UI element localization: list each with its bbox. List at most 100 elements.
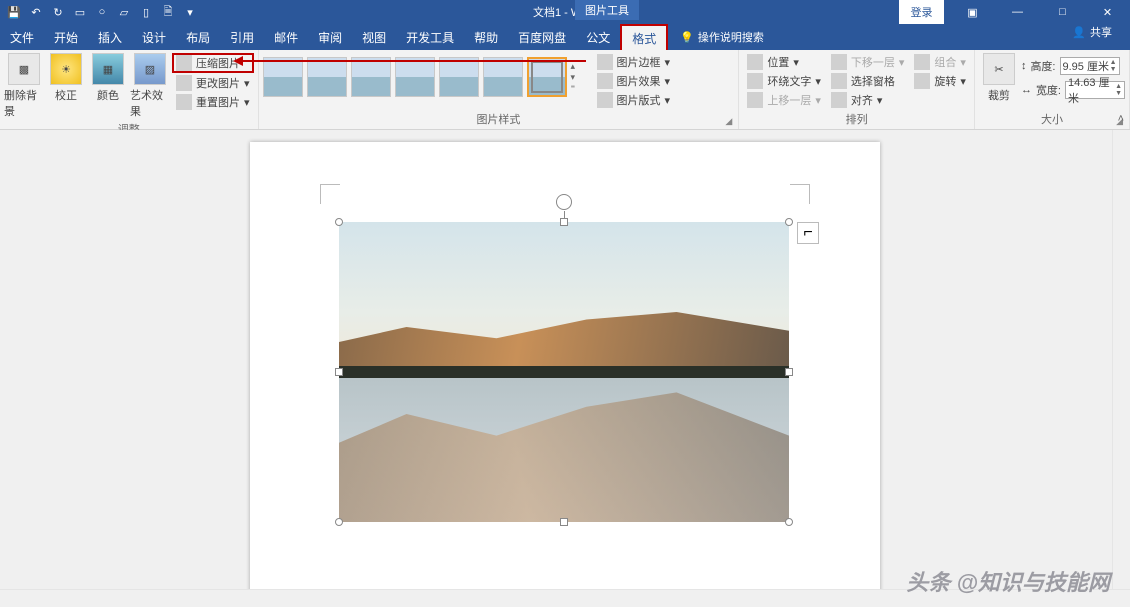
remove-background-button[interactable]: ▩ 删除背景 (4, 53, 44, 119)
effects-icon (597, 73, 613, 89)
annotation-arrow (236, 60, 586, 62)
height-icon: ↕ (1021, 60, 1027, 72)
margin-corner (790, 184, 810, 204)
quick-access-toolbar: 💾 ↶ ↻ ▭ ○ ▱ ▯ 🗎 ▾ (0, 4, 204, 20)
spinner-icon[interactable]: ▲▼ (1115, 83, 1122, 97)
height-input[interactable]: 9.95 厘米▲▼ (1060, 57, 1120, 75)
tab-mail[interactable]: 邮件 (264, 24, 308, 50)
qa-icon[interactable]: ▯ (138, 4, 154, 20)
style-item[interactable] (395, 57, 435, 97)
resize-handle[interactable] (785, 218, 793, 226)
group-label: 排列 (743, 109, 970, 129)
style-item-selected[interactable] (527, 57, 567, 97)
style-item[interactable] (263, 57, 303, 97)
group-size: ✂ 裁剪 ↕ 高度: 9.95 厘米▲▼ ↔ 宽度: 14.63 厘米▲▼ 大小… (975, 50, 1130, 129)
qa-icon[interactable]: ▭ (72, 4, 88, 20)
artistic-effects-button[interactable]: ▨ 艺术效果 (130, 53, 170, 119)
share-button[interactable]: 👤 共享 (1062, 24, 1122, 40)
tab-references[interactable]: 引用 (220, 24, 264, 50)
resize-handle[interactable] (335, 218, 343, 226)
margin-corner (320, 184, 340, 204)
resize-handle[interactable] (785, 368, 793, 376)
tab-layout[interactable]: 布局 (176, 24, 220, 50)
width-input[interactable]: 14.63 厘米▲▼ (1065, 81, 1125, 99)
layout-options-button[interactable]: ⌐ (797, 222, 819, 244)
group-arrange: 位置 ▾ 环绕文字 ▾ 上移一层 ▾ 下移一层 ▾ 选择窗格 对齐 ▾ 组合 ▾… (739, 50, 975, 129)
picture-effects-button[interactable]: 图片效果 ▾ (593, 72, 675, 90)
tab-dev[interactable]: 开发工具 (396, 24, 464, 50)
minimize-icon[interactable]: — (995, 0, 1040, 24)
tab-review[interactable]: 审阅 (308, 24, 352, 50)
tab-insert[interactable]: 插入 (88, 24, 132, 50)
resize-handle[interactable] (335, 518, 343, 526)
picture-border-button[interactable]: 图片边框 ▾ (593, 53, 675, 71)
ribbon-display-icon[interactable]: ▣ (950, 0, 995, 24)
picture-layout-button[interactable]: 图片版式 ▾ (593, 91, 675, 109)
position-button[interactable]: 位置 ▾ (743, 53, 825, 71)
page: ⌐ (250, 142, 880, 589)
style-item[interactable] (351, 57, 391, 97)
tab-baidu[interactable]: 百度网盘 (508, 24, 576, 50)
remove-bg-icon: ▩ (8, 53, 40, 85)
resize-handle[interactable] (560, 518, 568, 526)
tell-me-search[interactable]: 💡 操作说明搜索 (680, 24, 764, 50)
tab-office[interactable]: 公文 (576, 24, 620, 50)
rotate-button[interactable]: 旋转 ▾ (910, 72, 970, 90)
style-item[interactable] (307, 57, 347, 97)
layout-icon (597, 92, 613, 108)
qa-icon[interactable]: ▱ (116, 4, 132, 20)
document-area[interactable]: ⌐ (0, 130, 1112, 589)
align-icon (831, 92, 847, 108)
change-pic-icon (176, 75, 192, 91)
color-icon: ▦ (92, 53, 124, 85)
selection-pane-button[interactable]: 选择窗格 (827, 72, 909, 90)
corrections-button[interactable]: ☀ 校正 (46, 53, 86, 103)
group-label: 图片样式◢ (263, 109, 735, 129)
ribbon-tabs: 文件 开始 插入 设计 布局 引用 邮件 审阅 视图 开发工具 帮助 百度网盘 … (0, 24, 1130, 50)
watermark: 头条 @知识与技能网 (906, 565, 1110, 597)
ribbon: ▩ 删除背景 ☀ 校正 ▦ 颜色 ▨ 艺术效果 压缩图片 (0, 50, 1130, 130)
qa-icon[interactable]: 🗎 (160, 4, 176, 20)
tab-home[interactable]: 开始 (44, 24, 88, 50)
window-controls: 登录 ▣ — □ ✕ (899, 0, 1130, 24)
save-icon[interactable]: 💾 (6, 4, 22, 20)
wrap-text-button[interactable]: 环绕文字 ▾ (743, 72, 825, 90)
tab-design[interactable]: 设计 (132, 24, 176, 50)
align-button[interactable]: 对齐 ▾ (827, 91, 909, 109)
login-button[interactable]: 登录 (899, 0, 944, 24)
undo-icon[interactable]: ↶ (28, 4, 44, 20)
tab-view[interactable]: 视图 (352, 24, 396, 50)
rotate-handle[interactable] (556, 194, 572, 210)
close-icon[interactable]: ✕ (1085, 0, 1130, 24)
spinner-icon[interactable]: ▲▼ (1110, 59, 1117, 73)
reset-picture-button[interactable]: 重置图片▾ (172, 93, 254, 111)
style-item[interactable] (483, 57, 523, 97)
tab-help[interactable]: 帮助 (464, 24, 508, 50)
qa-icon[interactable]: ○ (94, 4, 110, 20)
color-button[interactable]: ▦ 颜色 (88, 53, 128, 103)
corrections-icon: ☀ (50, 53, 82, 85)
resize-handle[interactable] (785, 518, 793, 526)
redo-icon[interactable]: ↻ (50, 4, 66, 20)
crop-button[interactable]: ✂ 裁剪 (979, 53, 1019, 103)
tab-format[interactable]: 格式 (620, 24, 668, 50)
tab-file[interactable]: 文件 (0, 24, 44, 50)
title-bar: 💾 ↶ ↻ ▭ ○ ▱ ▯ 🗎 ▾ 文档1 - Word 图片工具 登录 ▣ —… (0, 0, 1130, 24)
resize-handle[interactable] (560, 218, 568, 226)
gallery-more-button[interactable]: ▴▾⁼ (571, 61, 585, 94)
group-button[interactable]: 组合 ▾ (910, 53, 970, 71)
bring-forward-button[interactable]: 上移一层 ▾ (743, 91, 825, 109)
maximize-icon[interactable]: □ (1040, 0, 1085, 24)
group-adjust: ▩ 删除背景 ☀ 校正 ▦ 颜色 ▨ 艺术效果 压缩图片 (0, 50, 259, 129)
position-icon (747, 54, 763, 70)
compress-icon (176, 55, 192, 71)
style-item[interactable] (439, 57, 479, 97)
change-picture-button[interactable]: 更改图片▾ (172, 74, 254, 92)
resize-handle[interactable] (335, 368, 343, 376)
qa-more-icon[interactable]: ▾ (182, 4, 198, 20)
vertical-scrollbar[interactable] (1112, 130, 1130, 589)
dialog-launcher-icon[interactable]: ◢ (725, 116, 732, 127)
selected-image[interactable]: ⌐ (339, 222, 789, 522)
send-backward-button[interactable]: 下移一层 ▾ (827, 53, 909, 71)
collapse-ribbon-icon[interactable]: ˄ (1118, 113, 1124, 125)
